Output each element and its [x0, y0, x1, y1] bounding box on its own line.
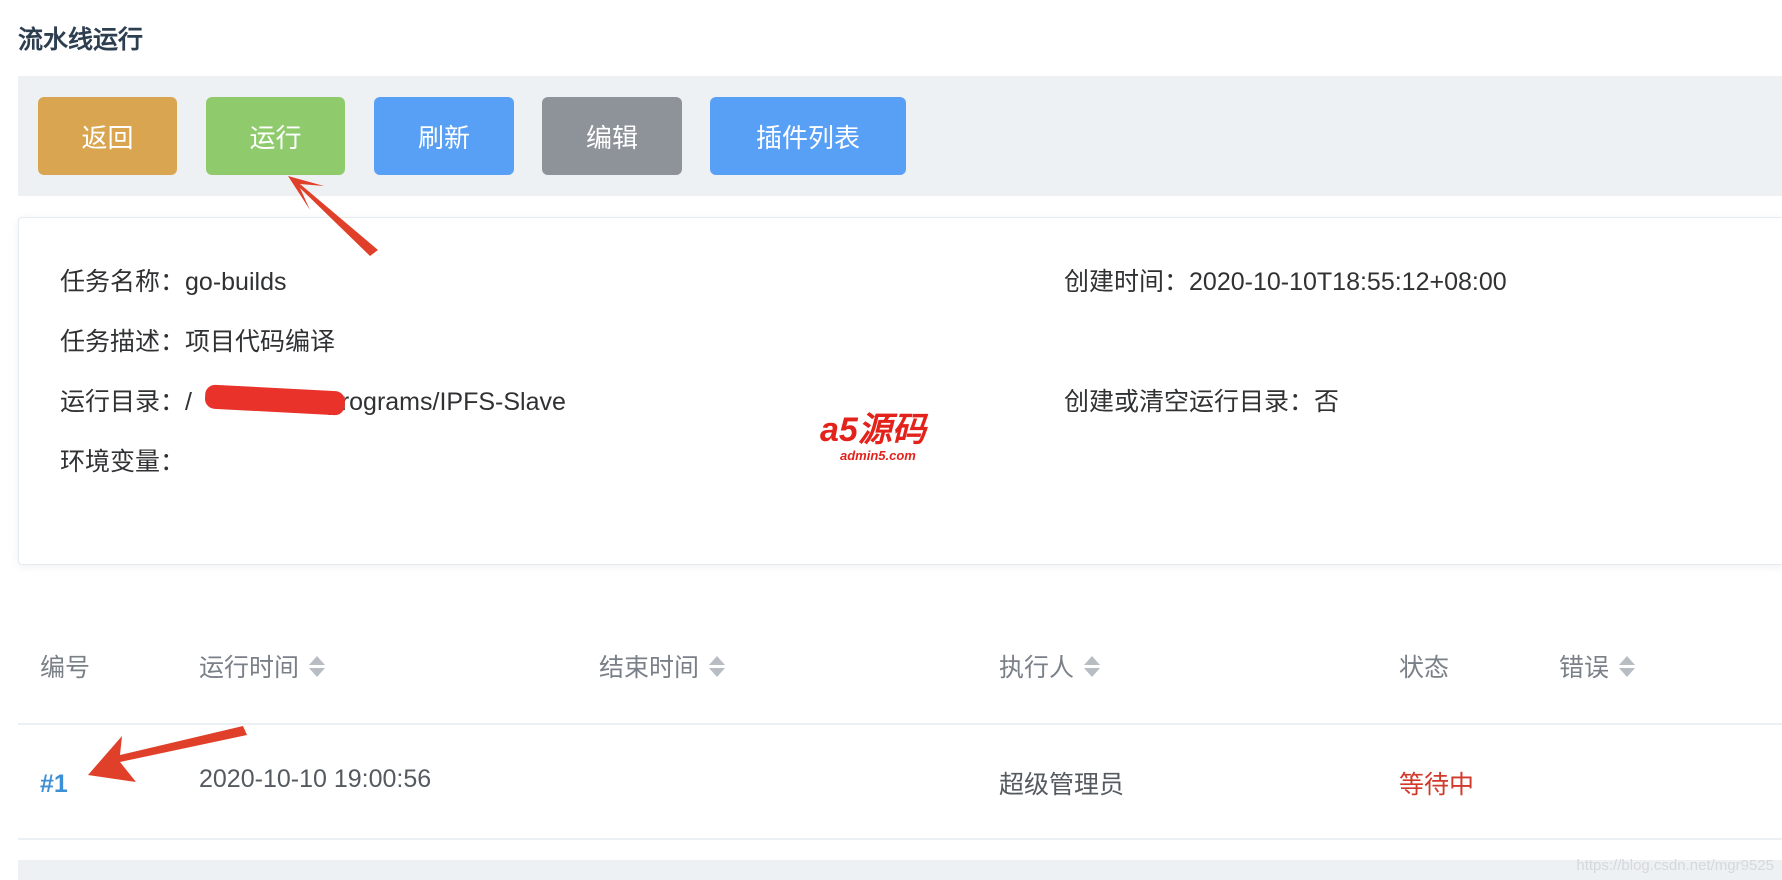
annotation-arrows — [88, 176, 378, 782]
arrow-icon — [288, 176, 378, 256]
arrow-icon — [88, 726, 247, 782]
